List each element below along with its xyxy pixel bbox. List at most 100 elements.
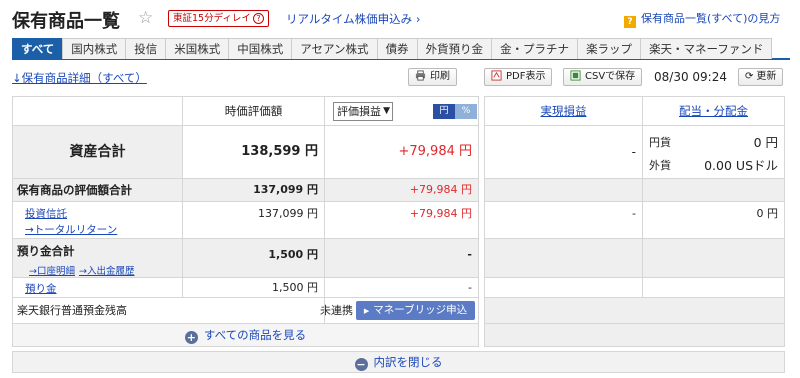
col-dividends: 配当・分配金 <box>642 96 785 126</box>
show-all-label: すべての商品を見る <box>203 328 307 342</box>
total-dividends: 円貨 0 円 外貨 0.00 USドル <box>642 125 785 179</box>
fx-label: 外貨 <box>649 159 671 172</box>
delay-badge-label: 東証15分ディレイ <box>173 13 251 24</box>
unit-toggle: 円 % <box>433 104 477 119</box>
holdings-total-value: 137,099 円 <box>182 178 325 202</box>
pdf-button[interactable]: PDF表示 <box>484 68 553 86</box>
header-blank <box>12 96 183 126</box>
dividends-link[interactable]: 配当・分配金 <box>679 104 748 118</box>
tab-money-fund[interactable]: 楽天・マネーファンド <box>640 38 773 59</box>
bank-row: 楽天銀行普通預金残高 <box>12 297 325 324</box>
pdf-icon <box>491 70 502 81</box>
total-realized: - <box>484 125 643 179</box>
tab-us-stocks[interactable]: 米国株式 <box>165 38 230 59</box>
deposit-item-dividends <box>642 277 785 298</box>
page-header: 保有商品一覧 ☆ 東証15分ディレイ? リアルタイム株価申込み › ? 保有商品一… <box>0 0 800 34</box>
caret-right-icon: ▶ <box>363 307 370 315</box>
help-link-label: 保有商品一覧(すべて)の見方 <box>641 12 781 25</box>
holdings-table: 時価評価額 評価損益 ▼ 円 % 実現損益 配当・分配金 資産合計 138,599… <box>12 96 785 351</box>
bank-label: 楽天銀行普通預金残高 <box>17 304 127 317</box>
deposit-total-value: 1,500 円 <box>182 238 325 278</box>
tab-domestic-stocks[interactable]: 国内株式 <box>62 38 127 59</box>
holdings-total-pl: +79,984 円 <box>324 178 479 202</box>
holdings-total-dividends <box>642 178 785 202</box>
plus-circle-icon: + <box>184 331 198 344</box>
tab-foreign-deposit[interactable]: 外貨預り金 <box>416 38 493 59</box>
last-updated-time: 08/30 09:24 <box>654 70 727 84</box>
deposit-total-label: 預り金合計 <box>17 244 75 258</box>
chevron-down-icon: ▼ <box>383 106 390 116</box>
pl-select[interactable]: 評価損益 ▼ <box>333 102 393 121</box>
pl-header: 評価損益 ▼ 円 % <box>324 96 479 126</box>
print-button[interactable]: 印刷 <box>408 68 457 86</box>
pdf-label: PDF表示 <box>506 71 546 82</box>
holdings-total-label: 保有商品の評価額合計 <box>12 178 183 202</box>
bank-blank <box>484 297 785 324</box>
pl-select-value: 評価損益 <box>337 105 381 118</box>
show-all-row[interactable]: + すべての商品を見る <box>12 323 479 347</box>
total-assets-value: 138,599 円 <box>182 125 325 179</box>
close-breakdown-bar[interactable]: − 内訳を閉じる <box>12 351 785 373</box>
money-bridge-button[interactable]: ▶ マネーブリッジ申込 <box>356 301 475 320</box>
realized-link[interactable]: 実現損益 <box>541 104 587 118</box>
minus-circle-icon: − <box>354 358 368 371</box>
page-title: 保有商品一覧 <box>12 11 120 32</box>
total-assets-label: 資産合計 <box>12 125 183 179</box>
tab-rakuwrap[interactable]: 楽ラップ <box>577 38 642 59</box>
refresh-button[interactable]: ⟳ 更新 <box>738 68 784 86</box>
deposit-item-cell: 預り金 <box>12 277 183 298</box>
total-assets-pl: +79,984 円 <box>324 125 479 179</box>
fund-pl: +79,984 円 <box>324 201 479 239</box>
csv-button[interactable]: CSVで保存 <box>563 68 643 86</box>
fx-value: 0.00 USドル <box>704 158 778 173</box>
total-return-link[interactable]: →トータルリターン <box>25 222 117 237</box>
csv-label: CSVで保存 <box>585 71 636 82</box>
account-detail-link[interactable]: →口座明細 <box>29 263 75 277</box>
bank-button-cell: ▶ マネーブリッジ申込 <box>324 297 479 324</box>
tab-china-stocks[interactable]: 中国株式 <box>228 38 293 59</box>
deposit-label-cell: 預り金合計 →口座明細 →入出金履歴 <box>12 238 183 278</box>
money-bridge-label: マネーブリッジ申込 <box>373 304 468 316</box>
tab-bonds[interactable]: 債券 <box>376 38 418 59</box>
print-label: 印刷 <box>430 71 450 82</box>
deposit-history-link[interactable]: →入出金履歴 <box>79 263 134 277</box>
toggle-percent[interactable]: % <box>455 104 477 119</box>
toggle-yen[interactable]: 円 <box>433 104 455 119</box>
tab-asean-stocks[interactable]: アセアン株式 <box>291 38 378 59</box>
yen-label: 円貨 <box>649 136 671 149</box>
tab-all[interactable]: すべて <box>12 38 64 59</box>
fund-label-cell: 投資信託 →トータルリターン <box>12 201 183 239</box>
fund-value: 137,099 円 <box>182 201 325 239</box>
fund-link[interactable]: 投資信託 <box>25 206 67 221</box>
csv-icon <box>570 70 581 81</box>
deposit-item-value: 1,500 円 <box>182 277 325 298</box>
refresh-label: 更新 <box>756 71 777 82</box>
deposit-link[interactable]: 預り金 <box>25 281 57 296</box>
tab-mutual-funds[interactable]: 投信 <box>125 38 167 59</box>
holdings-total-realized <box>484 178 643 202</box>
printer-icon <box>415 70 426 81</box>
deposit-total-pl: - <box>324 238 479 278</box>
refresh-icon: ⟳ <box>745 71 754 82</box>
help-link[interactable]: ? 保有商品一覧(すべて)の見方 <box>624 10 780 28</box>
show-all-blank <box>484 323 785 347</box>
product-tabs: すべて 国内株式 投信 米国株式 中国株式 アセアン株式 債券 外貨預り金 金・… <box>12 38 790 60</box>
tab-gold-platinum[interactable]: 金・プラチナ <box>491 38 579 59</box>
deposit-total-realized <box>484 238 643 278</box>
deposit-item-pl: - <box>324 277 479 298</box>
deposit-total-dividends <box>642 238 785 278</box>
favorite-star-icon[interactable]: ☆ <box>138 8 153 28</box>
fund-realized: - <box>484 201 643 239</box>
realtime-quote-label: リアルタイム株価申込み <box>286 12 413 26</box>
holdings-detail-link[interactable]: ↓保有商品詳細（すべて） <box>12 70 147 86</box>
deposit-item-realized <box>484 277 643 298</box>
delay-badge[interactable]: 東証15分ディレイ? <box>168 10 269 27</box>
realtime-quote-link[interactable]: リアルタイム株価申込み › <box>286 11 420 27</box>
column-gap <box>479 96 484 347</box>
col-realized: 実現損益 <box>484 96 643 126</box>
fund-dividend: 0 円 <box>642 201 785 239</box>
col-market-value: 時価評価額 <box>182 96 325 126</box>
question-icon: ? <box>624 16 636 28</box>
chevron-right-icon: › <box>415 12 421 26</box>
help-circle-icon: ? <box>252 13 264 24</box>
